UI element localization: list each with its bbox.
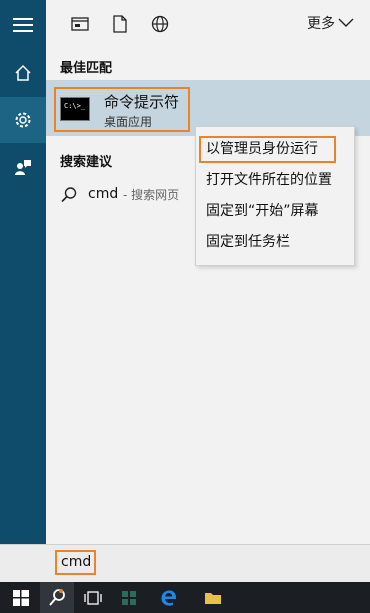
- settings-button[interactable]: [0, 97, 46, 143]
- edge-browser-icon: [161, 590, 177, 606]
- edge-browser-button[interactable]: [152, 582, 186, 613]
- taskbar-app-button[interactable]: [112, 582, 146, 613]
- suggestion-term: cmd: [88, 186, 119, 202]
- search-suggestions-heading: 搜索建议: [60, 155, 113, 170]
- command-prompt-icon: C:\>_: [60, 97, 90, 121]
- start-button[interactable]: [4, 582, 38, 613]
- web-filter-button[interactable]: [150, 14, 170, 34]
- menu-item-open-file-location[interactable]: 打开文件所在的位置: [206, 169, 332, 191]
- user-feedback-icon: [15, 160, 31, 175]
- app-window-icon: [71, 17, 89, 31]
- apps-filter-button[interactable]: [70, 14, 90, 34]
- windows-logo-icon: [13, 589, 29, 606]
- documents-filter-button[interactable]: [110, 14, 130, 34]
- task-view-button[interactable]: [76, 582, 110, 613]
- folder-icon: [205, 592, 221, 604]
- hamburger-icon: [13, 18, 33, 32]
- taskbar: [0, 582, 370, 613]
- best-match-heading: 最佳匹配: [60, 61, 113, 76]
- hamburger-menu-button[interactable]: [0, 2, 46, 48]
- left-rail: [0, 0, 46, 582]
- search-icon: [61, 187, 77, 203]
- document-icon: [113, 15, 127, 33]
- suggestion-web-search-label: - 搜索网页: [123, 188, 180, 202]
- file-explorer-button[interactable]: [196, 582, 230, 613]
- menu-item-pin-to-taskbar[interactable]: 固定到任务栏: [206, 231, 290, 253]
- more-filters-label[interactable]: 更多: [307, 14, 335, 34]
- taskbar-search-button[interactable]: [40, 582, 74, 613]
- globe-icon: [151, 15, 169, 33]
- menu-item-run-as-admin[interactable]: 以管理员身份运行: [206, 138, 318, 160]
- task-view-icon: [84, 590, 102, 605]
- search-input[interactable]: cmd: [61, 553, 91, 571]
- home-icon: [15, 64, 31, 81]
- home-button[interactable]: [0, 50, 46, 96]
- app-grid-icon: [122, 590, 136, 605]
- best-match-subtitle: 桌面应用: [104, 115, 153, 129]
- feedback-button[interactable]: [0, 145, 46, 191]
- search-icon: [49, 588, 65, 606]
- chevron-down-icon[interactable]: [338, 16, 354, 28]
- filter-toolbar: 更多: [46, 0, 370, 48]
- best-match-title: 命令提示符: [104, 93, 180, 111]
- gear-icon: [15, 112, 31, 128]
- menu-item-pin-to-start[interactable]: 固定到“开始”屏幕: [206, 200, 319, 222]
